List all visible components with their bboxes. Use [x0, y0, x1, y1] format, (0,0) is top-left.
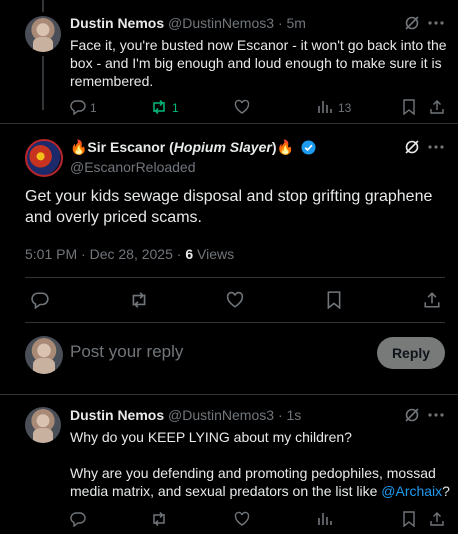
meta-separator: · [277, 407, 283, 423]
post-time[interactable]: 5m [287, 15, 306, 31]
bookmark-icon[interactable] [326, 291, 342, 309]
views-label: Views [193, 246, 235, 262]
post-text-line1: Why do you KEEP LYING about my children? [70, 429, 352, 445]
reply-input[interactable]: Post your reply [70, 342, 183, 362]
divider [0, 394, 458, 395]
bookmark-icon[interactable] [402, 99, 416, 115]
avatar[interactable] [25, 407, 61, 443]
like-icon[interactable] [234, 99, 250, 115]
reply-count: 1 [90, 101, 97, 115]
verified-badge-icon[interactable] [301, 140, 316, 158]
post-text-end: ? [442, 483, 450, 499]
post-text-line2: Why are you defending and promoting pedo… [70, 464, 450, 500]
share-icon[interactable] [429, 99, 445, 115]
post-time[interactable]: 1s [287, 407, 302, 423]
like-icon[interactable] [234, 511, 250, 527]
meta-separator: · [277, 15, 283, 31]
reply-icon[interactable] [70, 99, 86, 115]
repost-icon[interactable] [150, 511, 168, 527]
divider [25, 322, 445, 323]
avatar[interactable] [25, 139, 63, 177]
thread-connector-line [42, 0, 44, 12]
views-icon[interactable] [317, 512, 333, 526]
grok-icon[interactable] [404, 407, 420, 423]
author-name[interactable]: Dustin Nemos [70, 15, 164, 31]
author-name-suffix: )🔥 [271, 139, 294, 155]
author-handle[interactable]: @DustinNemos3 [168, 407, 274, 423]
divider [0, 123, 458, 124]
divider [25, 277, 445, 278]
post-timestamp: 5:01 PM · Dec 28, 2025 · 6 Views [25, 246, 234, 262]
thread-connector-line [42, 56, 44, 110]
author-name-italic: Hopium Slayer [173, 139, 272, 155]
views-icon[interactable] [317, 100, 333, 114]
repost-icon[interactable] [150, 99, 168, 115]
avatar[interactable] [25, 16, 61, 52]
post-thread-view: Dustin Nemos @DustinNemos3 · 5m Face it,… [0, 0, 458, 534]
reply-icon[interactable] [31, 291, 49, 309]
author-handle[interactable]: @DustinNemos3 [168, 15, 274, 31]
views-value: 6 [185, 246, 194, 262]
reply-icon[interactable] [70, 511, 86, 527]
author-name[interactable]: 🔥Sir Escanor (Hopium Slayer)🔥 [70, 139, 294, 155]
share-icon[interactable] [423, 291, 441, 309]
avatar [25, 336, 63, 374]
mention-link[interactable]: @Archaix [381, 483, 442, 499]
like-icon[interactable] [226, 291, 244, 309]
more-options-icon[interactable] [428, 412, 444, 418]
post-text: Get your kids sewage disposal and stop g… [25, 188, 433, 226]
author-name[interactable]: Dustin Nemos [70, 407, 164, 423]
repost-icon[interactable] [129, 291, 149, 309]
author-name-prefix: 🔥Sir Escanor ( [70, 139, 174, 155]
grok-icon[interactable] [404, 15, 420, 31]
more-options-icon[interactable] [428, 20, 444, 26]
share-icon[interactable] [429, 511, 445, 527]
timestamp-text[interactable]: 5:01 PM · Dec 28, 2025 · [25, 246, 185, 262]
grok-icon[interactable] [404, 139, 420, 155]
repost-count: 1 [172, 101, 179, 115]
post-text: Face it, you're busted now Escanor - it … [70, 37, 447, 89]
views-count: 13 [338, 101, 352, 115]
author-handle[interactable]: @EscanorReloaded [70, 159, 196, 175]
reply-button[interactable]: Reply [377, 337, 445, 369]
bookmark-icon[interactable] [402, 511, 416, 527]
more-options-icon[interactable] [428, 144, 444, 150]
